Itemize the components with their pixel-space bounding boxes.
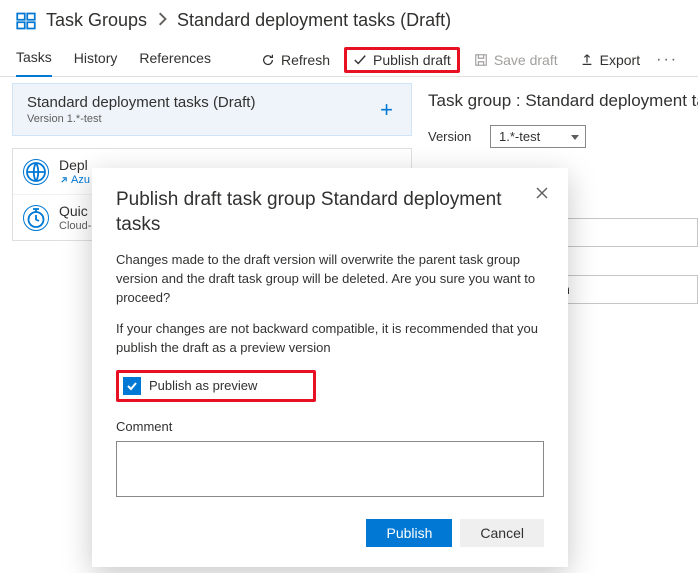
dialog-para-2: If your changes are not backward compati…: [116, 320, 544, 358]
card-version: Version 1.*-test: [27, 113, 255, 125]
refresh-label: Refresh: [281, 52, 330, 68]
details-heading: Task group : Standard deployment tas: [428, 91, 698, 111]
export-label: Export: [600, 52, 640, 68]
save-icon: [474, 53, 488, 67]
check-icon: [353, 53, 367, 67]
dialog-close-button[interactable]: [530, 182, 554, 206]
task-name: Depl: [59, 157, 90, 173]
refresh-icon: [261, 53, 275, 67]
dialog-cancel-button[interactable]: Cancel: [460, 519, 544, 547]
task-provider[interactable]: Azu: [59, 174, 90, 186]
export-icon: [580, 53, 594, 67]
link-icon: [59, 176, 68, 185]
breadcrumb-root[interactable]: Task Groups: [46, 10, 147, 31]
tab-references[interactable]: References: [139, 44, 211, 76]
tab-tasks[interactable]: Tasks: [16, 43, 52, 77]
breadcrumb-current: Standard deployment tasks (Draft): [177, 10, 451, 31]
publish-preview-checkbox[interactable]: [123, 377, 141, 395]
dialog-body: Changes made to the draft version will o…: [116, 251, 544, 503]
version-row: Version 1.*-test: [428, 125, 698, 148]
chevron-right-icon: [157, 10, 167, 31]
breadcrumb: Task Groups Standard deployment tasks (D…: [0, 0, 698, 37]
save-draft-button: Save draft: [466, 48, 566, 72]
stopwatch-icon: [23, 205, 49, 231]
publish-preview-row: Publish as preview: [116, 370, 316, 403]
version-select[interactable]: 1.*-test: [490, 125, 586, 148]
task-name: Quic: [59, 203, 91, 219]
dialog-footer: Publish Cancel: [116, 519, 544, 547]
add-task-button[interactable]: +: [376, 97, 397, 123]
publish-preview-label: Publish as preview: [149, 377, 257, 396]
toolbar: Refresh Publish draft Save draft Export …: [253, 47, 680, 73]
close-icon: [536, 186, 548, 202]
save-draft-label: Save draft: [494, 52, 558, 68]
publish-dialog: Publish draft task group Standard deploy…: [92, 168, 568, 567]
dialog-title: Publish draft task group Standard deploy…: [116, 188, 544, 237]
tab-history[interactable]: History: [74, 44, 118, 76]
tab-bar: Tasks History References Refresh Publish…: [0, 37, 698, 77]
comment-input[interactable]: [116, 441, 544, 497]
checkmark-icon: [126, 380, 138, 392]
export-button[interactable]: Export: [572, 48, 648, 72]
task-provider: Cloud-: [59, 220, 91, 232]
task-group-card[interactable]: Standard deployment tasks (Draft) Versio…: [12, 83, 412, 136]
comment-label: Comment: [116, 418, 544, 437]
task-groups-icon: [16, 11, 36, 31]
refresh-button[interactable]: Refresh: [253, 48, 338, 72]
card-title: Standard deployment tasks (Draft): [27, 94, 255, 111]
publish-draft-button[interactable]: Publish draft: [344, 47, 460, 73]
plus-icon: +: [380, 97, 393, 122]
ellipsis-icon: ···: [656, 51, 678, 69]
version-label: Version: [428, 129, 480, 144]
publish-draft-label: Publish draft: [373, 52, 451, 68]
globe-icon: [23, 159, 49, 185]
dialog-para-1: Changes made to the draft version will o…: [116, 251, 544, 308]
more-button[interactable]: ···: [654, 47, 680, 73]
dialog-publish-button[interactable]: Publish: [366, 519, 452, 547]
